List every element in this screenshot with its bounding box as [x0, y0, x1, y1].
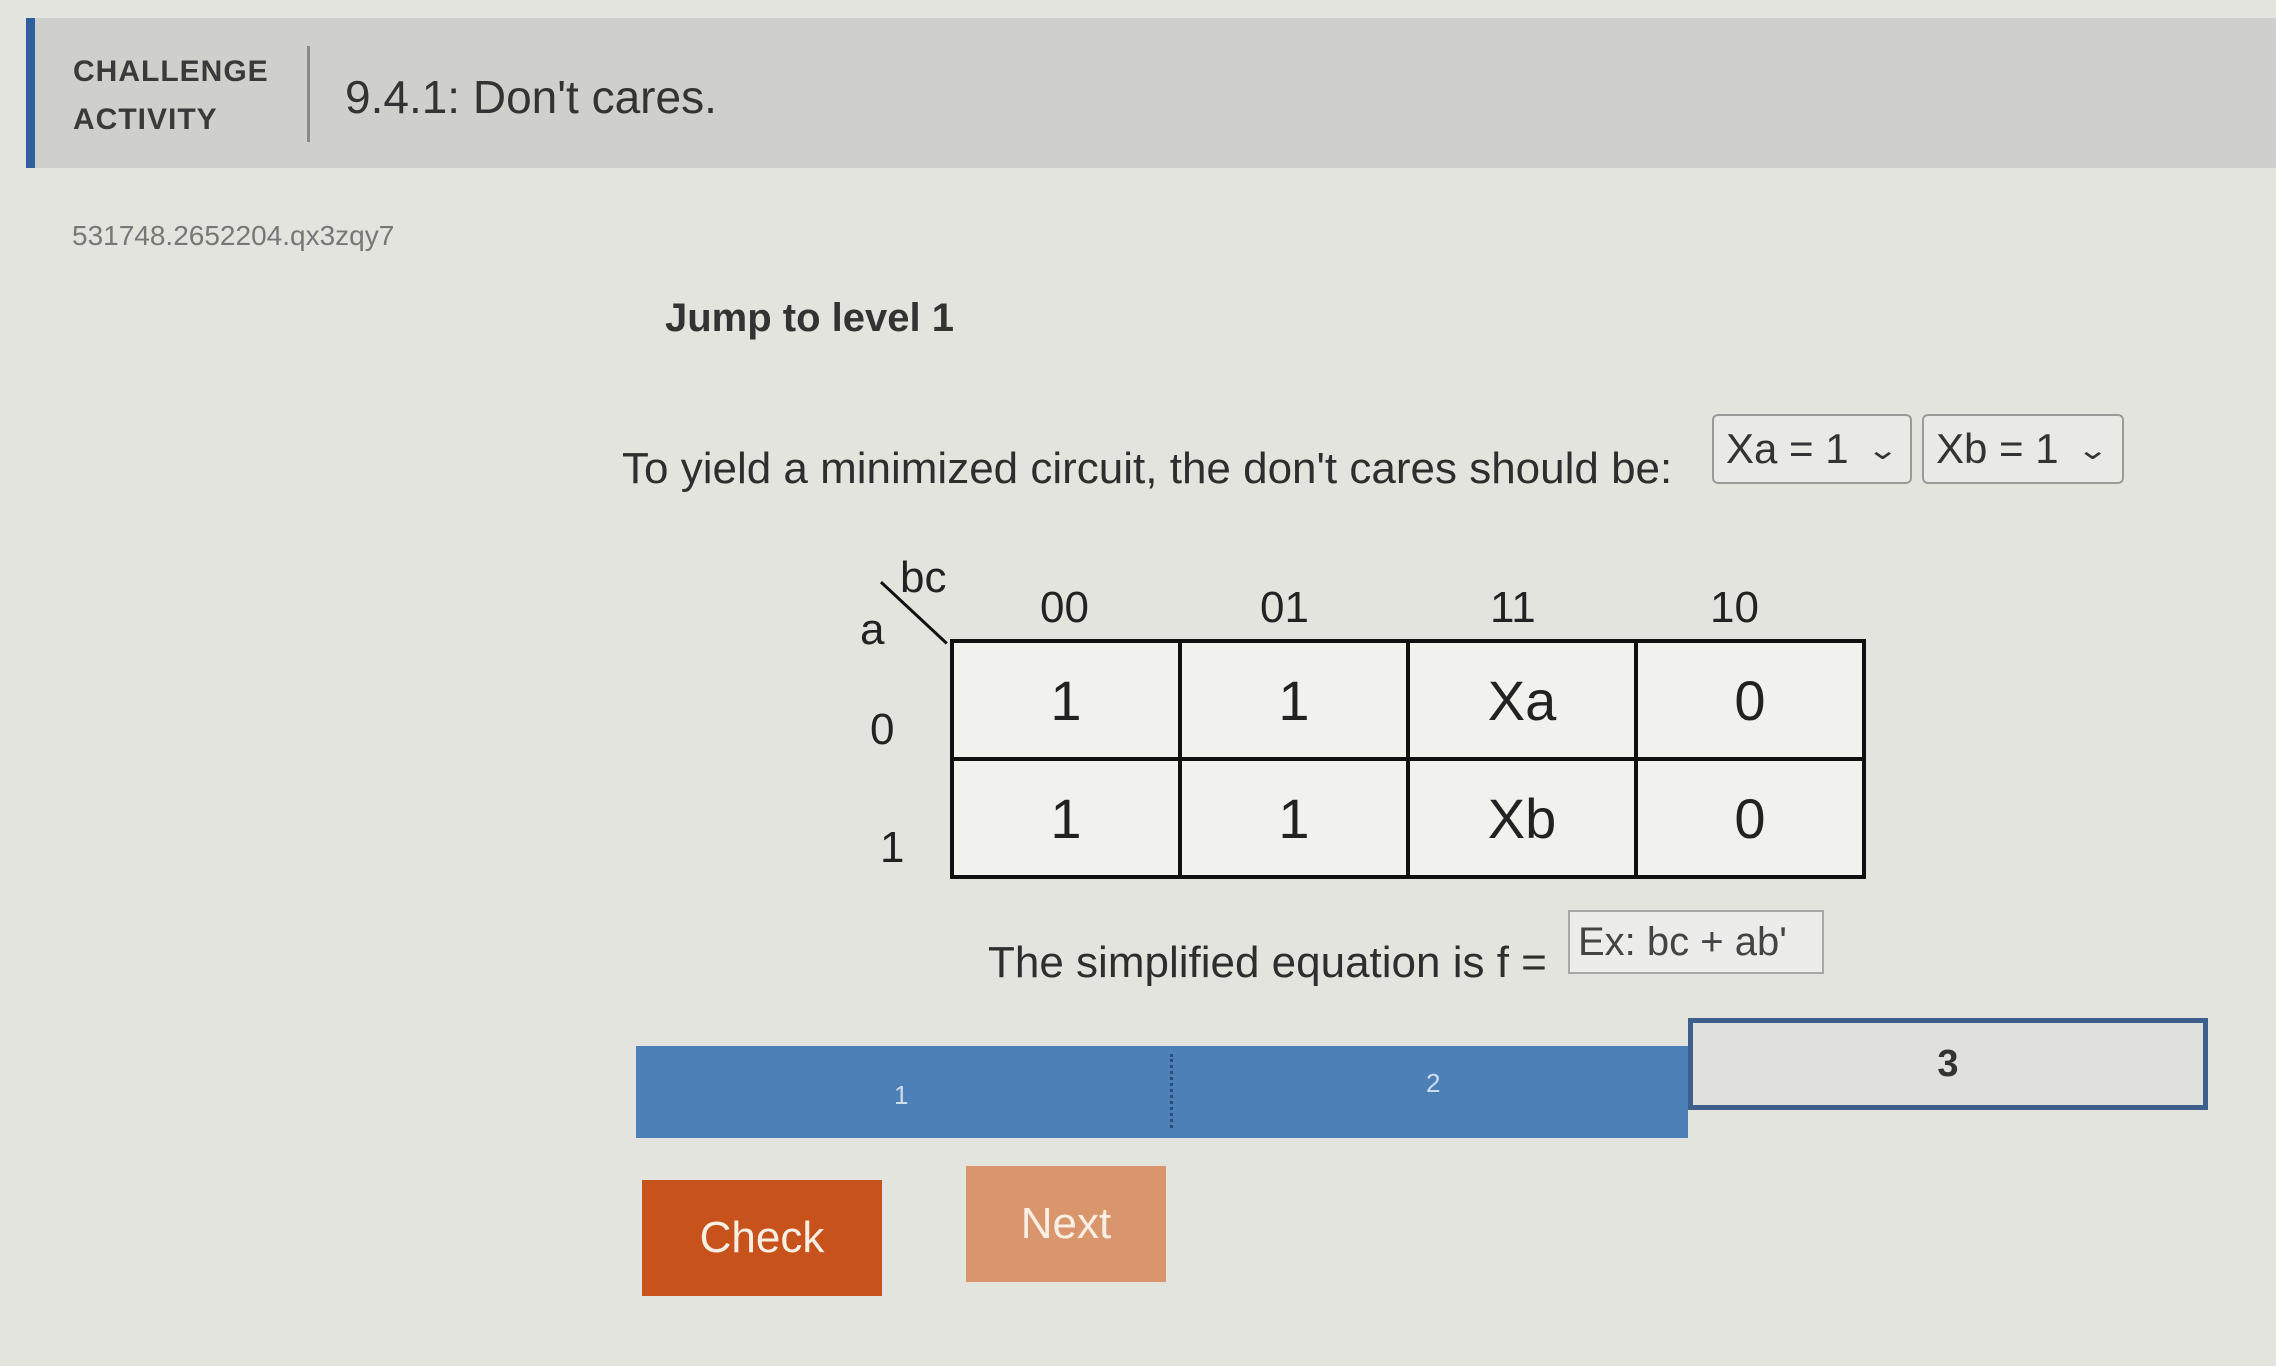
dropdown-xb[interactable]: Xb = 1 ⌄	[1922, 414, 2124, 484]
kmap-col-header: 01	[1260, 583, 1309, 632]
check-button[interactable]: Check	[642, 1180, 882, 1296]
challenge-label-line2: ACTIVITY	[73, 103, 218, 136]
kmap-cell: 0	[1634, 757, 1866, 879]
question-prompt: To yield a minimized circuit, the don't …	[622, 444, 1673, 493]
kmap-row: 1 1 Xa 0	[950, 639, 1866, 761]
progress-completed-segment	[636, 1046, 1688, 1138]
karnaugh-map: bc a 00 01 11 10 0 1 1 1 Xa 0 1 1 Xb 0	[850, 553, 1870, 915]
kmap-cell: 1	[950, 639, 1182, 761]
level-3-label: 3	[1937, 1042, 1959, 1085]
kmap-col-header: 11	[1490, 583, 1536, 632]
next-button[interactable]: Next	[966, 1166, 1166, 1282]
challenge-label-line1: CHALLENGE	[73, 55, 269, 88]
kmap-row-header: 1	[880, 823, 905, 872]
chevron-down-icon: ⌄	[2075, 433, 2109, 465]
kmap-col-header: 10	[1710, 583, 1759, 632]
level-1-indicator[interactable]: 1	[894, 1080, 908, 1111]
kmap-grid: 1 1 Xa 0 1 1 Xb 0	[950, 639, 1866, 879]
level-2-indicator[interactable]: 2	[1426, 1068, 1440, 1099]
activity-id: 531748.2652204.qx3zqy7	[72, 220, 395, 251]
header-divider	[307, 46, 310, 142]
kmap-cell: 1	[1178, 757, 1410, 879]
activity-title: 9.4.1: Don't cares.	[345, 71, 717, 123]
level-3-indicator[interactable]: 3	[1688, 1018, 2208, 1110]
activity-header: CHALLENGE ACTIVITY 9.4.1: Don't cares.	[26, 18, 2276, 168]
kmap-cell: 1	[950, 757, 1182, 879]
kmap-col-header: 00	[1040, 583, 1089, 632]
kmap-column-variable: bc	[900, 553, 947, 602]
dropdown-xa[interactable]: Xa = 1 ⌄	[1712, 414, 1912, 484]
kmap-cell: Xa	[1406, 639, 1638, 761]
kmap-cell: 1	[1178, 639, 1410, 761]
dropdown-xb-value: Xb = 1	[1936, 425, 2059, 472]
kmap-row-header: 0	[870, 705, 895, 754]
kmap-cell: 0	[1634, 639, 1866, 761]
kmap-cell: Xb	[1406, 757, 1638, 879]
chevron-down-icon: ⌄	[1865, 433, 1899, 465]
dropdown-xa-value: Xa = 1	[1726, 425, 1849, 472]
challenge-activity-label: CHALLENGE ACTIVITY	[73, 48, 269, 144]
equation-input[interactable]	[1568, 910, 1824, 974]
level-progress-bar: 1 2 3	[636, 1018, 2208, 1158]
progress-divider	[1170, 1054, 1173, 1128]
jump-to-level-link[interactable]: Jump to level 1	[665, 296, 954, 341]
kmap-row: 1 1 Xb 0	[950, 757, 1866, 879]
equation-label: The simplified equation is f =	[988, 938, 1547, 987]
kmap-row-variable: a	[860, 605, 885, 654]
